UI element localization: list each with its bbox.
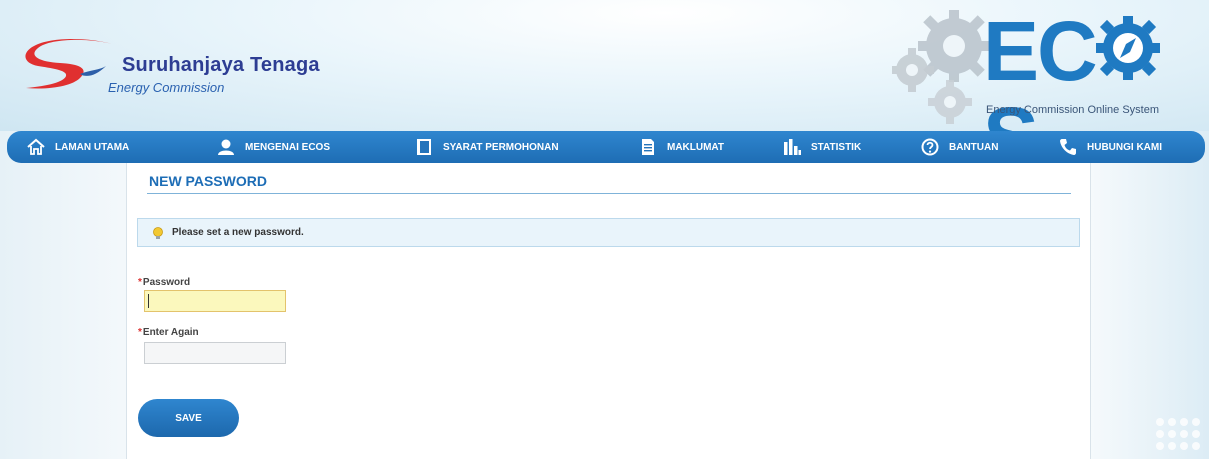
- header-banner: Suruhanjaya Tenaga Energy Commission EC: [0, 0, 1209, 131]
- password-label-text: Password: [142, 277, 191, 288]
- password-input[interactable]: [144, 290, 286, 312]
- bar-chart-icon: [784, 139, 801, 155]
- info-message: Please set a new password.: [172, 227, 304, 238]
- nav-item-hubungi-kami[interactable]: HUBUNGI KAMI: [1059, 131, 1162, 163]
- nav-item-mengenai-ecos[interactable]: MENGENAI ECOS: [217, 131, 330, 163]
- help-icon: [921, 138, 939, 156]
- nav-label: HUBUNGI KAMI: [1087, 141, 1162, 153]
- nav-label: MENGENAI ECOS: [245, 141, 331, 153]
- text-cursor: [148, 294, 149, 308]
- content-panel: NEW PASSWORD Please set a new password. …: [126, 163, 1091, 459]
- nav-item-laman-utama[interactable]: LAMAN UTAMA: [27, 131, 129, 163]
- nav-label: LAMAN UTAMA: [55, 141, 130, 153]
- nav-item-statistik[interactable]: STATISTIK: [783, 131, 861, 163]
- nav-label: STATISTIK: [811, 141, 862, 153]
- confirm-label-text: Enter Again: [142, 327, 199, 338]
- confirm-password-input[interactable]: [144, 342, 286, 364]
- compass-gear-icon: [1095, 16, 1160, 80]
- password-label: *Password: [138, 277, 190, 288]
- nav-item-bantuan[interactable]: BANTUAN: [921, 131, 998, 163]
- save-button[interactable]: SAVE: [138, 399, 239, 437]
- nav-label: SYARAT PERMOHONAN: [443, 141, 559, 153]
- required-mark: *: [138, 327, 142, 338]
- nav-item-syarat-permohonan[interactable]: SYARAT PERMOHONAN: [415, 131, 559, 163]
- ecos-logo-text: EC: [983, 4, 1098, 98]
- required-mark: *: [138, 277, 142, 288]
- lightbulb-icon: [153, 226, 163, 239]
- page-title: NEW PASSWORD: [149, 173, 267, 189]
- confirm-password-label: *Enter Again: [138, 327, 199, 338]
- book-icon: [417, 139, 431, 155]
- nav-label: MAKLUMAT: [667, 141, 725, 153]
- nav-label: BANTUAN: [949, 141, 999, 153]
- user-icon: [218, 139, 234, 155]
- system-subtitle: Energy Commission Online System: [986, 104, 1160, 116]
- brand-subtitle: Energy Commission: [108, 80, 225, 95]
- home-icon: [27, 138, 45, 155]
- brand-name: Suruhanjaya Tenaga: [122, 54, 320, 76]
- decorative-dots: [1156, 418, 1200, 450]
- title-divider: [147, 193, 1071, 194]
- phone-icon: [1060, 139, 1076, 155]
- energy-commission-logo-icon[interactable]: [20, 36, 118, 92]
- main-nav: LAMAN UTAMA MENGENAI ECOS SYARAT PERMOHO…: [7, 131, 1205, 163]
- document-icon: [642, 139, 654, 155]
- nav-item-maklumat[interactable]: MAKLUMAT: [639, 131, 724, 163]
- info-message-box: Please set a new password.: [137, 218, 1080, 247]
